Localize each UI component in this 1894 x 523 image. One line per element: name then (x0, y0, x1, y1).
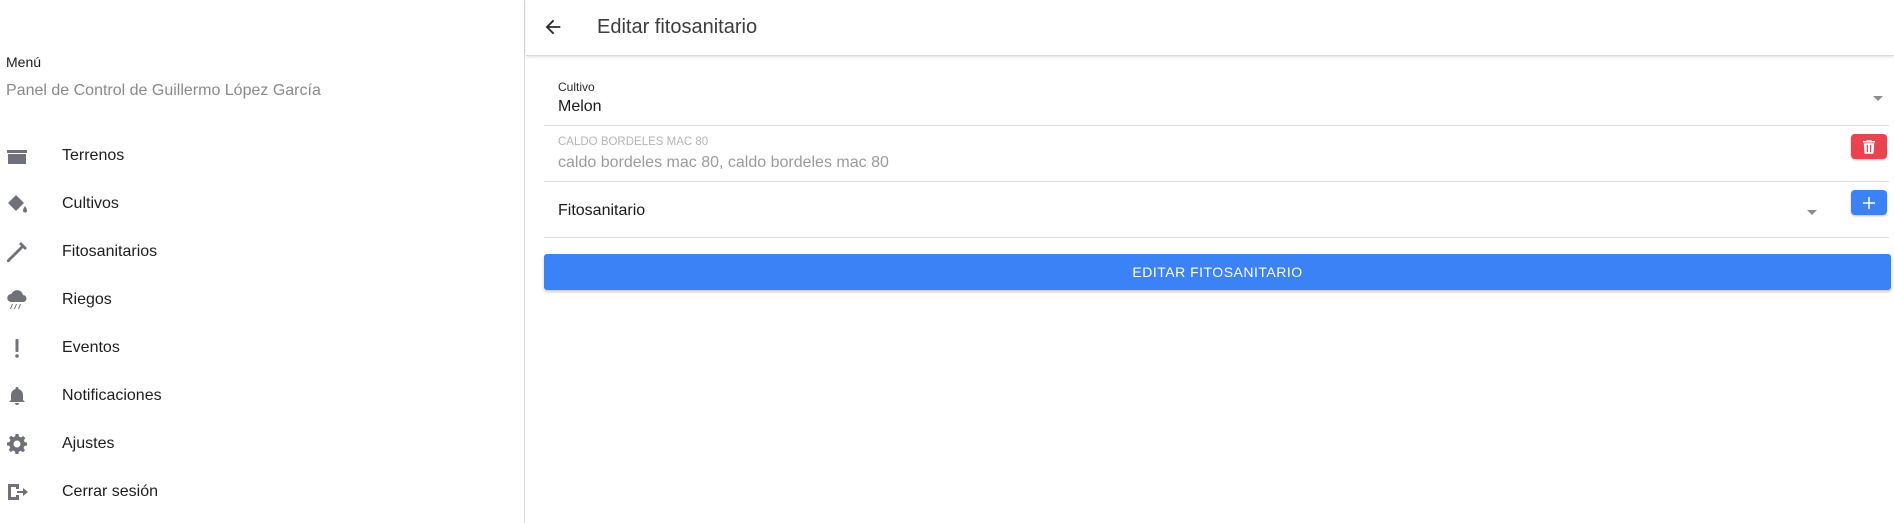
sidebar-item-label: Terrenos (62, 147, 125, 164)
sidebar-item-label: Riegos (62, 291, 112, 308)
sidebar-item-cultivos[interactable]: Cultivos (0, 180, 524, 228)
chevron-down-icon[interactable] (1807, 210, 1817, 215)
sidebar-item-eventos[interactable]: Eventos (0, 324, 524, 372)
sidebar-item-terrenos[interactable]: Terrenos (0, 132, 524, 180)
sidebar-item-label: Cerrar sesión (62, 483, 159, 500)
bell-icon (4, 384, 30, 408)
sidebar: Menú Panel de Control de Guillermo López… (0, 0, 525, 523)
sidebar-item-label: Notificaciones (62, 387, 162, 404)
sidebar-item-riegos[interactable]: Riegos (0, 276, 524, 324)
sidebar-item-label: Fitosanitarios (62, 243, 158, 260)
menu-label: Menú (6, 54, 42, 70)
back-button[interactable] (540, 14, 566, 40)
top-bar: Editar fitosanitario (526, 0, 1894, 56)
main-content: Editar fitosanitario Cultivo Melon CALDO… (526, 0, 1894, 523)
sidebar-item-label: Eventos (62, 339, 120, 356)
cultivo-select[interactable]: Cultivo Melon (544, 56, 1889, 126)
sidebar-item-label: Ajustes (62, 435, 115, 452)
chevron-down-icon (1873, 96, 1883, 101)
fitosanitario-row: Fitosanitario (544, 182, 1889, 238)
editar-fitosanitario-button[interactable]: EDITAR FITOSANITARIO (544, 254, 1891, 290)
producto-value: caldo bordeles mac 80, caldo bordeles ma… (558, 154, 889, 171)
delete-producto-button[interactable] (1851, 134, 1887, 159)
cultivo-label: Cultivo (558, 80, 595, 94)
sidebar-nav: Terrenos Cultivos Fitosanitarios Riegos (0, 132, 524, 516)
plus-icon (1863, 196, 1875, 209)
cloud-rain-icon (4, 288, 30, 312)
paint-bucket-icon (4, 192, 30, 216)
sidebar-item-label: Cultivos (62, 195, 119, 212)
gear-icon (4, 432, 30, 456)
producto-row: CALDO BORDELES MAC 80 caldo bordeles mac… (544, 126, 1889, 182)
folder-icon (4, 144, 30, 168)
producto-label: CALDO BORDELES MAC 80 (558, 136, 709, 148)
edit-form: Cultivo Melon CALDO BORDELES MAC 80 cald… (544, 56, 1889, 238)
sign-out-icon (4, 480, 30, 504)
sidebar-item-notificaciones[interactable]: Notificaciones (0, 372, 524, 420)
app-root: Menú Panel de Control de Guillermo López… (0, 0, 1894, 523)
page-title: Editar fitosanitario (597, 16, 758, 38)
sidebar-item-ajustes[interactable]: Ajustes (0, 420, 524, 468)
menu-subtitle: Panel de Control de Guillermo López Garc… (6, 82, 321, 99)
syringe-icon (4, 240, 30, 264)
cultivo-value: Melon (558, 98, 602, 115)
trash-icon (1863, 139, 1875, 154)
sidebar-item-fitosanitarios[interactable]: Fitosanitarios (0, 228, 524, 276)
sidebar-item-cerrar-sesion[interactable]: Cerrar sesión (0, 468, 524, 516)
arrow-left-icon (545, 19, 561, 35)
exclamation-icon (4, 336, 30, 360)
fitosanitario-select[interactable]: Fitosanitario (558, 202, 645, 220)
add-fitosanitario-button[interactable] (1851, 190, 1887, 215)
